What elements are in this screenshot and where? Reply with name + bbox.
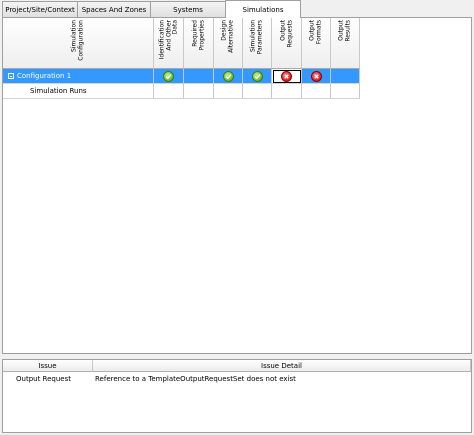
checkmark-icon xyxy=(163,70,174,82)
status-cell-design-alternative[interactable] xyxy=(214,69,243,84)
error-icon xyxy=(310,70,322,82)
status-cell-required-properties[interactable] xyxy=(184,69,214,84)
column-header-simulation-configuration[interactable]: Simulation Configuration xyxy=(3,18,154,69)
grid-cell[interactable] xyxy=(154,84,184,99)
status-cell-identification[interactable] xyxy=(154,69,184,84)
column-header-label: Issue Detail xyxy=(261,361,302,370)
collapse-icon[interactable] xyxy=(8,73,14,79)
checkmark-icon xyxy=(251,70,263,82)
column-header-label: Simulation Configuration xyxy=(70,20,85,61)
row-name: Simulation Runs xyxy=(30,87,87,95)
simulations-panel: Simulation Configuration Identification … xyxy=(2,17,472,354)
column-header-output-formats[interactable]: Output Formats xyxy=(302,18,331,69)
row-name-cell[interactable]: Configuration 1 xyxy=(3,69,154,84)
grid-cell[interactable] xyxy=(302,84,331,99)
tab-label: Systems xyxy=(173,5,203,14)
column-header-simulation-parameters[interactable]: Simulation Parameters xyxy=(243,18,272,69)
tab-simulations[interactable]: Simulations xyxy=(225,0,301,18)
column-header-output-results[interactable]: Output Results xyxy=(331,18,360,69)
row-name: Configuration 1 xyxy=(17,72,72,80)
column-header-label: Identification And Other Data xyxy=(157,20,178,60)
issue-detail-cell[interactable]: Reference to a TemplateOutputRequestSet … xyxy=(95,373,296,384)
checkmark-icon xyxy=(222,70,234,82)
status-cell-output-results[interactable] xyxy=(331,69,360,84)
tab-systems[interactable]: Systems xyxy=(150,1,226,17)
status-cell-output-formats[interactable] xyxy=(302,69,331,84)
column-header-label: Issue xyxy=(38,361,57,370)
tab-spaces-and-zones[interactable]: Spaces And Zones xyxy=(77,1,151,17)
column-header-required-properties[interactable]: Required Properties xyxy=(184,18,214,69)
column-header-label: Output Formats xyxy=(308,20,323,45)
column-header-issue-detail[interactable]: Issue Detail xyxy=(93,360,471,372)
column-header-label: Design Alternative xyxy=(220,20,235,53)
column-header-label: Required Properties xyxy=(191,20,205,51)
grid-cell[interactable] xyxy=(184,84,214,99)
column-header-output-requests[interactable]: Output Requests xyxy=(272,18,302,69)
issue-cell[interactable]: Output Request xyxy=(16,373,71,384)
grid-cell[interactable] xyxy=(243,84,272,99)
grid-cell[interactable] xyxy=(214,84,243,99)
tab-label: Spaces And Zones xyxy=(81,5,147,14)
status-cell-simulation-parameters[interactable] xyxy=(243,69,272,84)
column-header-label: Output Requests xyxy=(279,20,293,48)
column-header-identification[interactable]: Identification And Other Data xyxy=(154,18,184,69)
issues-panel: Issue Issue Detail Output Request Refere… xyxy=(2,359,472,433)
column-header-label: Output Results xyxy=(337,20,352,42)
column-header-design-alternative[interactable]: Design Alternative xyxy=(214,18,243,69)
tab-project-site-context[interactable]: Project/Site/Context xyxy=(2,1,78,17)
row-name-cell[interactable]: Simulation Runs xyxy=(3,84,154,99)
grid-cell[interactable] xyxy=(272,84,302,99)
column-header-issue[interactable]: Issue xyxy=(3,360,93,372)
error-icon xyxy=(281,70,292,82)
status-cell-output-requests[interactable] xyxy=(272,69,302,84)
tab-bar: Project/Site/Context Spaces And Zones Sy… xyxy=(0,0,474,18)
column-header-label: Simulation Parameters xyxy=(249,20,264,55)
tab-label: Simulations xyxy=(242,5,284,14)
tab-label: Project/Site/Context xyxy=(5,5,75,14)
grid-cell[interactable] xyxy=(331,84,360,99)
